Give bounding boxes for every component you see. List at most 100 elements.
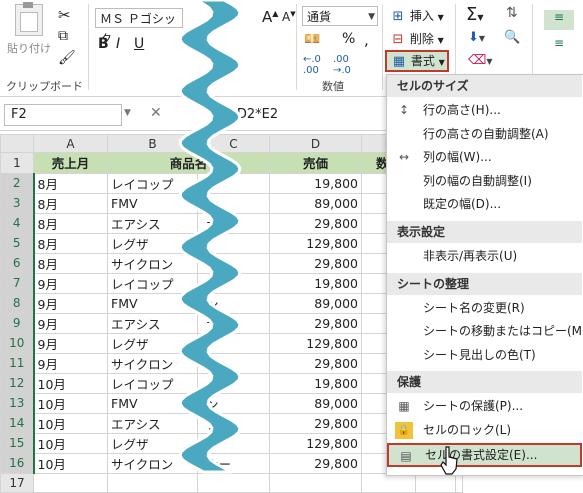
align-icon[interactable]: ≡: [544, 10, 574, 30]
cell[interactable]: 8月: [33, 252, 108, 274]
cell[interactable]: 8月: [33, 212, 108, 234]
name-box[interactable]: F2: [4, 104, 122, 126]
menu-item[interactable]: シート名の変更(R): [387, 297, 582, 320]
cell[interactable]: 29,800: [269, 252, 362, 274]
cell[interactable]: 29,800: [269, 412, 362, 434]
cell[interactable]: 129,800: [269, 432, 362, 454]
copy-icon[interactable]: ⧉: [58, 28, 68, 44]
cell[interactable]: 10月: [33, 392, 108, 414]
increase-decimal-icon[interactable]: ←.0.00: [303, 54, 321, 76]
row-header[interactable]: 5: [0, 232, 35, 254]
cell[interactable]: 8月: [33, 192, 108, 214]
menu-item[interactable]: ▦ シートの保護(P)...: [387, 395, 582, 418]
cell[interactable]: [107, 472, 198, 493]
row-header[interactable]: 6: [0, 252, 35, 274]
header-cell[interactable]: 売価: [269, 152, 362, 174]
menu-item[interactable]: シートの移動またはコピー(M)...: [387, 320, 583, 343]
menu-item-label: 非表示/再表示(U): [423, 249, 518, 263]
cell[interactable]: 9月: [33, 292, 108, 314]
row-header[interactable]: 4: [0, 212, 35, 234]
cell[interactable]: 89,000: [269, 192, 362, 214]
cell[interactable]: 10月: [33, 412, 108, 434]
menu-item[interactable]: シート見出しの色(T): [387, 344, 582, 367]
row-header[interactable]: 9: [0, 312, 35, 334]
comma-button[interactable]: ,: [364, 31, 369, 49]
paste-button[interactable]: 貼り付け: [4, 2, 54, 64]
cell[interactable]: 89,000: [269, 392, 362, 414]
format-icon: ▦: [392, 54, 406, 69]
cell[interactable]: 10月: [33, 452, 108, 474]
cell[interactable]: 129,800: [269, 332, 362, 354]
percent-button[interactable]: %: [342, 31, 355, 47]
cell[interactable]: 9月: [33, 332, 108, 354]
decrease-decimal-icon[interactable]: .00 →.0: [333, 54, 351, 76]
cell[interactable]: 9月: [33, 352, 108, 374]
cell[interactable]: 8月: [33, 172, 108, 194]
name-box-dropdown-icon[interactable]: ▼: [124, 108, 131, 118]
cell[interactable]: 19,800: [269, 372, 362, 394]
mouse-cursor: [440, 446, 458, 475]
cell[interactable]: 10月: [33, 432, 108, 454]
number-format-combo[interactable]: 通貨 ▼: [302, 6, 378, 26]
cell[interactable]: [197, 472, 270, 493]
menu-item[interactable]: 列の幅の自動調整(I): [387, 170, 582, 193]
format-button[interactable]: ▦ 書式 ▼: [385, 50, 449, 72]
column-header-d[interactable]: D: [269, 134, 362, 153]
wrap-text-icon[interactable]: ≡: [544, 36, 574, 56]
menu-item[interactable]: ▤ セルの書式設定(E)...: [387, 442, 582, 467]
cut-icon[interactable]: ✂: [58, 6, 71, 24]
underline-button[interactable]: U: [134, 36, 144, 52]
cell[interactable]: 19,800: [269, 172, 362, 194]
row-header[interactable]: 13: [0, 392, 35, 414]
cell[interactable]: 19,800: [269, 272, 362, 294]
cell[interactable]: [269, 472, 362, 493]
row-header[interactable]: 11: [0, 352, 35, 374]
column-header-a[interactable]: A: [33, 134, 108, 153]
menu-item[interactable]: ↔ 列の幅(W)...: [387, 146, 582, 169]
menu-item[interactable]: 🔒 セルのロック(L): [387, 419, 582, 442]
insert-button[interactable]: ⊞ 挿入 ▼: [390, 7, 444, 25]
row-header[interactable]: 7: [0, 272, 35, 294]
sort-filter-icon[interactable]: ⇅: [506, 5, 518, 21]
cell[interactable]: 29,800: [269, 312, 362, 334]
cell[interactable]: 89,000: [269, 292, 362, 314]
row-header[interactable]: 1: [0, 152, 34, 174]
format-painter-icon[interactable]: 🖌: [58, 50, 76, 66]
menu-item[interactable]: 行の高さの自動調整(A): [387, 123, 582, 146]
row-header[interactable]: 12: [0, 372, 35, 394]
row-header[interactable]: 3: [0, 192, 35, 214]
row-header[interactable]: 14: [0, 412, 35, 434]
row-header[interactable]: 2: [0, 172, 35, 194]
format-cells-icon: ▤: [400, 448, 412, 463]
cell[interactable]: 9月: [33, 312, 108, 334]
row-header[interactable]: 17: [0, 472, 34, 493]
autosum-button[interactable]: Σ▼: [466, 4, 484, 25]
cell[interactable]: 9月: [33, 272, 108, 294]
menu-item[interactable]: 非表示/再表示(U): [387, 245, 582, 268]
cancel-icon[interactable]: ✕: [150, 105, 162, 121]
row-header[interactable]: 10: [0, 332, 35, 354]
cell[interactable]: 129,800: [269, 232, 362, 254]
find-icon[interactable]: 🔍: [504, 30, 520, 45]
menu-item[interactable]: 既定の幅(D)...: [387, 193, 582, 216]
row-header[interactable]: 16: [0, 452, 35, 474]
row-header[interactable]: 8: [0, 292, 35, 314]
menu-item[interactable]: ↕ 行の高さ(H)...: [387, 99, 582, 122]
select-all-corner[interactable]: [0, 134, 34, 153]
cell[interactable]: 29,800: [269, 352, 362, 374]
fill-icon[interactable]: ⬇▼: [468, 30, 485, 45]
clear-icon[interactable]: ⌫▼: [468, 53, 493, 68]
delete-button[interactable]: ⊟ 削除 ▼: [390, 30, 444, 48]
cell[interactable]: 10月: [33, 372, 108, 394]
grow-font-button[interactable]: A▲: [262, 8, 278, 26]
header-cell[interactable]: 売上月: [33, 152, 108, 174]
cell[interactable]: 8月: [33, 232, 108, 254]
cell[interactable]: 29,800: [269, 452, 362, 474]
currency-icon[interactable]: 💴: [304, 32, 320, 47]
italic-button[interactable]: I: [116, 36, 120, 52]
shrink-font-button[interactable]: A▼: [282, 10, 296, 24]
bold-button[interactable]: B: [98, 36, 109, 52]
cell[interactable]: 29,800: [269, 212, 362, 234]
cell[interactable]: [33, 472, 108, 493]
row-header[interactable]: 15: [0, 432, 35, 454]
